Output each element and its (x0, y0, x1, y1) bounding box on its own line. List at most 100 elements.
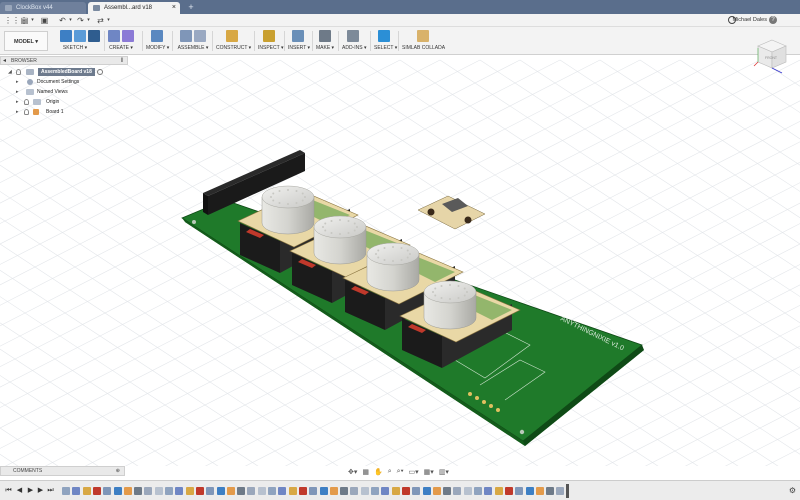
toolbar-group-5[interactable]: INSPECT ▾ (258, 29, 283, 53)
viewports-icon[interactable]: ▥▾ (439, 468, 449, 476)
timeline-feature[interactable] (268, 487, 276, 495)
toolbar-group-label[interactable]: ADD-INS ▾ (342, 45, 366, 51)
timeline-feature[interactable] (72, 487, 81, 495)
grid-settings-icon[interactable]: ▦▾ (424, 468, 434, 476)
view-cube[interactable]: FRONT (752, 36, 792, 76)
toolbar-group-label[interactable]: INSERT ▾ (288, 45, 310, 51)
timeline-feature[interactable] (62, 487, 70, 495)
timeline-feature[interactable] (391, 487, 400, 495)
close-icon[interactable]: × (172, 2, 176, 14)
browser-root-item[interactable]: ◢ AssembledBoard v18 (0, 67, 128, 77)
play-icon[interactable]: ▶ (26, 486, 35, 495)
tool-icon[interactable] (263, 30, 275, 42)
nixie-module[interactable] (289, 215, 411, 303)
timeline-feature[interactable] (453, 487, 462, 495)
timeline-feature[interactable] (319, 487, 328, 495)
step-forward-icon[interactable]: ▶ (36, 486, 45, 495)
visibility-bulb-icon[interactable] (16, 69, 21, 75)
toolbar-group-label[interactable]: SELECT ▾ (374, 45, 397, 51)
timeline-feature[interactable] (134, 487, 143, 495)
timeline-feature[interactable] (103, 487, 112, 495)
toolbar-group-label[interactable]: MODIFY ▾ (146, 45, 169, 51)
orbit-icon[interactable]: ✥▾ (348, 468, 357, 476)
toolbar-group-10[interactable]: SIMLAB COLLADA (402, 29, 445, 53)
expand-arrow-icon[interactable]: ▸ (16, 87, 19, 97)
tool-icon[interactable] (122, 30, 134, 42)
timeline-feature[interactable] (494, 487, 503, 495)
timeline-feature[interactable] (226, 487, 235, 495)
timeline-feature[interactable] (144, 487, 153, 495)
go-to-end-icon[interactable]: ⏭ (46, 486, 55, 495)
step-back-icon[interactable]: ◀ (15, 486, 24, 495)
toolbar-group-7[interactable]: MAKE ▾ (316, 29, 334, 53)
timeline-feature[interactable] (165, 487, 173, 495)
chevron-down-icon[interactable]: ▾ (66, 16, 75, 25)
timeline-feature[interactable] (360, 487, 369, 495)
timeline-feature[interactable] (123, 487, 132, 495)
visibility-bulb-icon[interactable] (24, 99, 29, 105)
zoom-icon[interactable]: ⌕ (388, 468, 392, 476)
gear-icon[interactable]: ⚙ (789, 486, 796, 495)
toolbar-group-label[interactable]: SIMLAB COLLADA (402, 45, 445, 51)
timeline-feature[interactable] (525, 487, 534, 495)
toolbar-group-label[interactable]: CONSTRUCT ▾ (216, 45, 251, 51)
browser-item-board-1[interactable]: ▸ Board 1 (0, 107, 128, 117)
toolbar-group-8[interactable]: ADD-INS ▾ (342, 29, 366, 53)
look-at-icon[interactable]: ▦ (362, 468, 369, 476)
expand-arrow-icon[interactable]: ▸ (16, 97, 19, 107)
expand-arrow-icon[interactable]: ◢ (8, 67, 12, 77)
tool-icon[interactable] (88, 30, 100, 42)
timeline-marker[interactable] (566, 484, 569, 498)
toolbar-group-label[interactable]: CREATE ▾ (108, 45, 134, 51)
fit-icon[interactable]: ⌕▾ (397, 468, 404, 476)
help-icon[interactable]: ? (769, 16, 777, 24)
timeline-feature[interactable] (474, 487, 482, 495)
visibility-bulb-icon[interactable] (24, 109, 29, 115)
nixie-module[interactable] (237, 185, 359, 273)
toolbar-group-4[interactable]: CONSTRUCT ▾ (216, 29, 251, 53)
timeline-feature[interactable] (154, 487, 163, 495)
toolbar-group-label[interactable]: MAKE ▾ (316, 45, 334, 51)
toolbar-group-3[interactable]: ASSEMBLE ▾ (176, 29, 210, 53)
timeline-feature[interactable] (463, 487, 472, 495)
toolbar-group-9[interactable]: SELECT ▾ (374, 29, 397, 53)
timeline-feature[interactable] (504, 487, 513, 495)
timeline-feature[interactable] (329, 487, 338, 495)
timeline-feature[interactable] (556, 487, 565, 495)
display-settings-icon[interactable]: ▭▾ (409, 468, 419, 476)
timeline-feature[interactable] (175, 487, 184, 495)
go-to-start-icon[interactable]: ⏮ (4, 486, 13, 495)
timeline-feature[interactable] (412, 487, 421, 495)
pin-icon[interactable]: ‖ (121, 57, 123, 65)
timeline-feature[interactable] (484, 487, 493, 495)
timeline-feature[interactable] (195, 487, 204, 495)
tool-icon[interactable] (292, 30, 304, 42)
timeline-feature[interactable] (82, 487, 91, 495)
browser-panel-header[interactable]: ◂ BROWSER ‖ (0, 56, 128, 65)
expand-arrow-icon[interactable]: ▸ (16, 107, 19, 117)
timeline-feature[interactable] (278, 487, 287, 495)
timeline-feature[interactable] (257, 487, 266, 495)
tool-icon[interactable] (74, 30, 86, 42)
canvas-viewport[interactable]: ANYTHINGNIXIE v1.0 (0, 56, 800, 466)
browser-item-origin[interactable]: ▸ Origin (0, 97, 128, 107)
timeline-feature[interactable] (298, 487, 307, 495)
tool-icon[interactable] (378, 30, 390, 42)
timeline-feature[interactable] (340, 487, 349, 495)
timeline-feature[interactable] (422, 487, 431, 495)
timeline-feature[interactable] (371, 487, 379, 495)
user-name[interactable]: Michael Dales (732, 17, 767, 23)
toolbar-group-6[interactable]: INSERT ▾ (288, 29, 310, 53)
timeline-feature[interactable] (401, 487, 410, 495)
tool-icon[interactable] (226, 30, 238, 42)
timeline-feature[interactable] (92, 487, 101, 495)
toolbar-group-label[interactable]: SKETCH ▾ (60, 45, 90, 51)
timeline-feature[interactable] (546, 487, 555, 495)
comments-panel[interactable]: COMMENTS ⊕ (0, 466, 125, 476)
tool-icon[interactable] (347, 30, 359, 42)
timeline-feature[interactable] (247, 487, 256, 495)
app-grid-icon[interactable]: ⋮⋮⋮ (4, 16, 28, 25)
nixie-module[interactable] (399, 280, 521, 368)
timeline-feature[interactable] (350, 487, 359, 495)
tool-icon[interactable] (151, 30, 163, 42)
